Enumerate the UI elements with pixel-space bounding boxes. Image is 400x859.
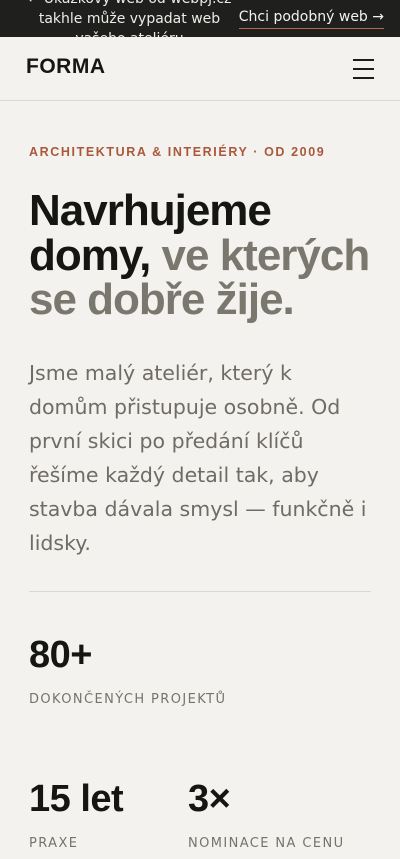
logo[interactable]: FORMA xyxy=(26,55,106,79)
divider xyxy=(29,591,371,592)
hamburger-menu-icon[interactable] xyxy=(353,59,374,79)
menu-line xyxy=(353,77,374,79)
promo-bar: ← Ukázkový web od webpj.cz takhle může v… xyxy=(0,0,400,37)
hero-headline: Navrhujeme domy, ve kterých se dobře žij… xyxy=(29,188,379,323)
site-header: FORMA xyxy=(0,37,400,101)
menu-line xyxy=(353,59,374,61)
hero-eyebrow: ARCHITEKTURA & INTERIÉRY · OD 2009 xyxy=(29,145,326,159)
stat-value-years: 15 let xyxy=(29,778,124,820)
stat-value-projects: 80+ xyxy=(29,634,92,676)
stat-label-projects: DOKONČENÝCH PROJEKTŮ xyxy=(29,692,227,707)
stat-value-nominations: 3× xyxy=(188,778,231,820)
menu-line xyxy=(353,68,374,70)
promo-text[interactable]: ← Ukázkový web od webpj.cz takhle může v… xyxy=(22,0,237,37)
stat-label-years: PRAXE xyxy=(29,836,79,851)
stat-label-nominations: NOMINACE NA CENU xyxy=(188,836,345,851)
cta-link[interactable]: Chci podobný web → xyxy=(238,8,384,29)
hero-lede: Jsme malý ateliér, který k domům přistup… xyxy=(29,361,367,555)
